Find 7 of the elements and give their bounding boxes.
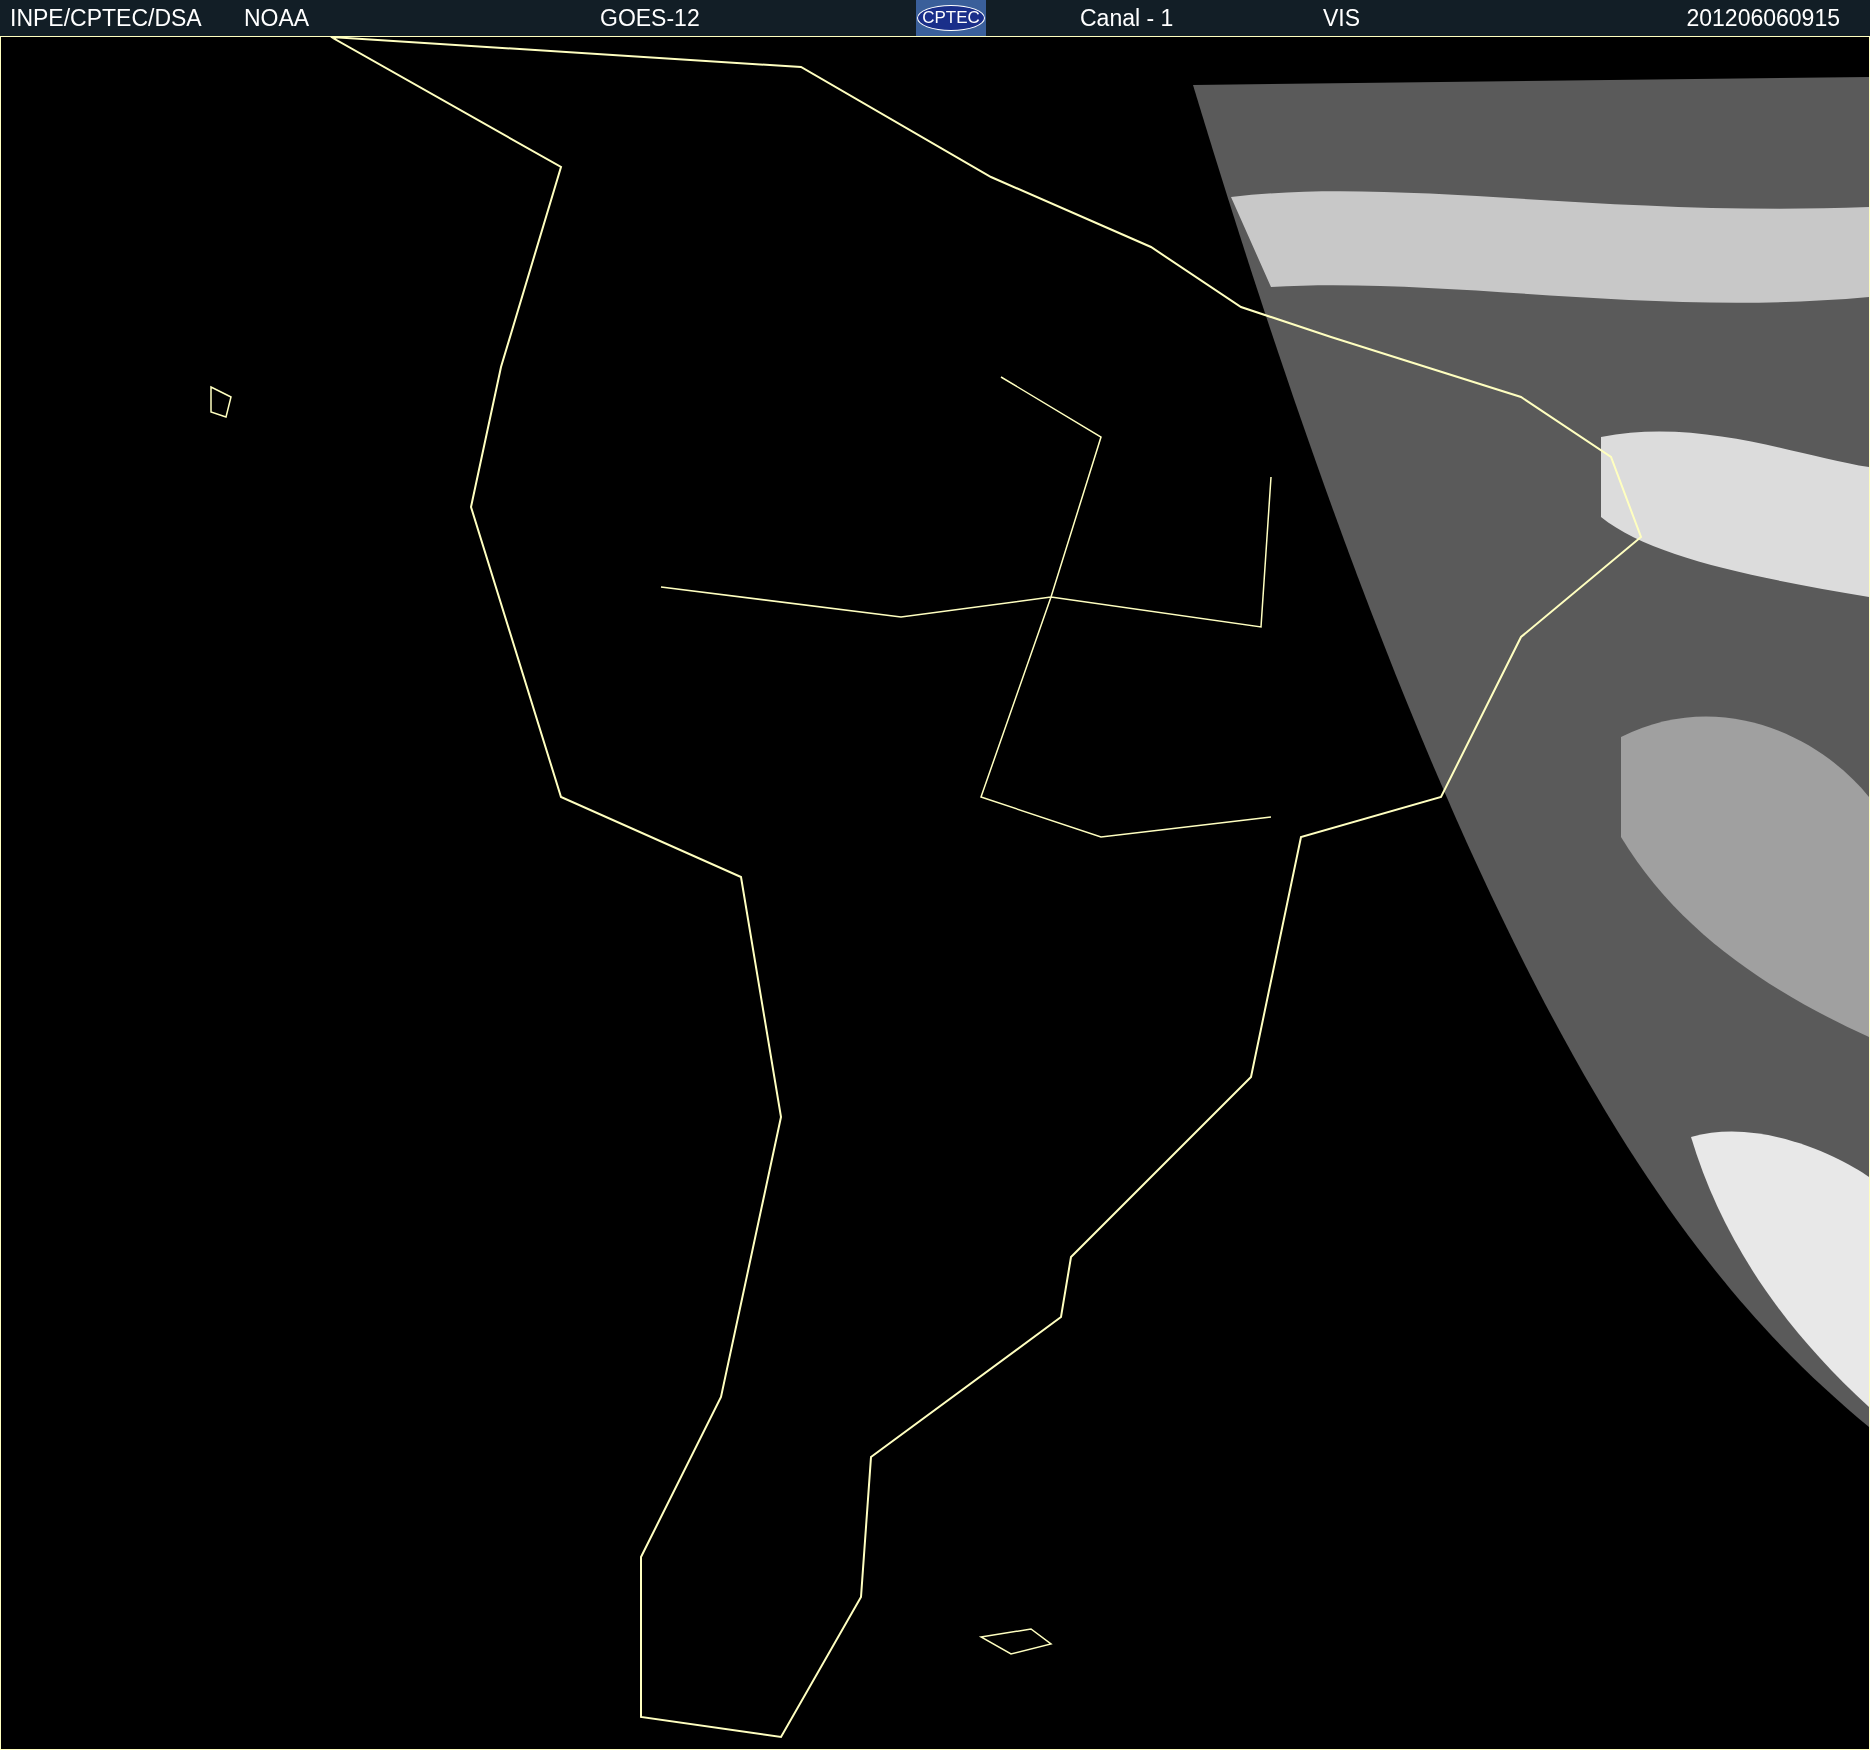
channel-label: Canal - 1: [1080, 3, 1174, 33]
source-label: INPE/CPTEC/DSA: [10, 3, 202, 33]
satellite-label: GOES-12: [600, 3, 700, 33]
agency-label: NOAA: [244, 3, 310, 33]
timestamp-label: 201206060915: [1686, 3, 1840, 33]
band-label: VIS: [1323, 3, 1361, 33]
logo-text: CPTEC: [917, 5, 985, 31]
